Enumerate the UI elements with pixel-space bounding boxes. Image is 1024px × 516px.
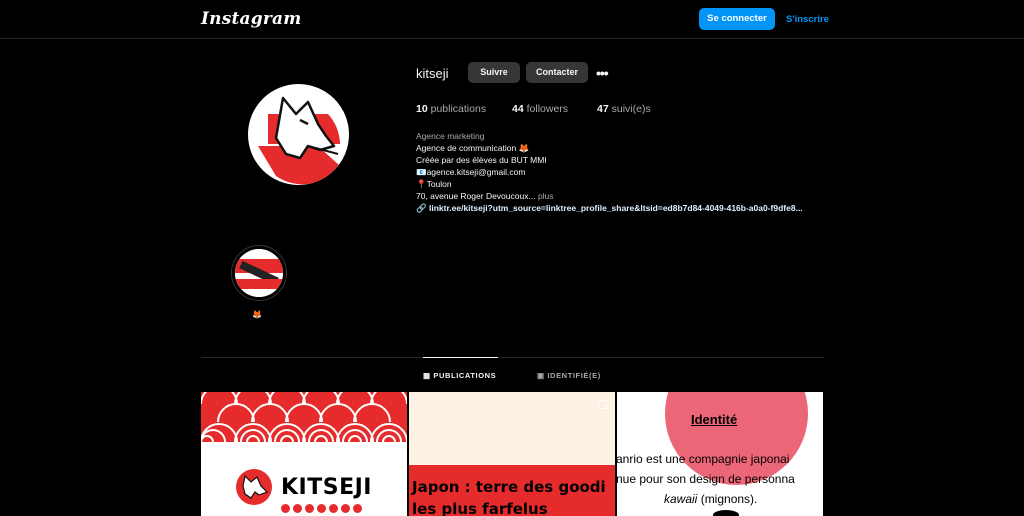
post-fox-logo (235, 468, 273, 506)
followers-label: followers (526, 103, 569, 115)
bio-line: Agence de communication 🦊 (416, 143, 530, 153)
publications-number: 10 (416, 103, 428, 115)
tab-publications-label: PUBLICATIONS (433, 371, 497, 380)
bio-address: 70, avenue Roger Devoucoux... plus (416, 190, 803, 202)
post-thumbnail[interactable]: Japon : terre des goodi les plus farfelu… (409, 392, 615, 516)
profile-username: kitseji (416, 66, 449, 81)
profile-avatar[interactable] (248, 84, 349, 185)
followers-number: 44 (512, 103, 524, 115)
grid-icon: ▦ (423, 371, 431, 380)
post-caption: Japon : terre des goodi les plus farfelu… (412, 476, 606, 516)
tab-tagged[interactable]: ▣ IDENTIFIÉ(E) (537, 371, 601, 380)
following-label: suivi(e)s (611, 103, 651, 115)
post-thumbnail[interactable]: KITSEJI (201, 392, 407, 516)
carousel-icon (598, 400, 607, 409)
story-highlight[interactable] (231, 245, 287, 301)
bio-link-row[interactable]: 🔗 linktr.ee/kitseji?utm_source=linktree_… (416, 202, 803, 214)
contact-button[interactable]: Contacter (526, 62, 588, 83)
link-icon: 🔗 (416, 203, 427, 213)
more-options-icon[interactable]: ••• (596, 65, 609, 81)
wave-pattern-icon (201, 392, 407, 442)
fox-logo-icon (251, 87, 346, 185)
followers-count[interactable]: 44 followers (512, 103, 568, 115)
following-count[interactable]: 47 suivi(e)s (597, 103, 651, 115)
post-body-line: anrio est une compagnie japonai (617, 452, 790, 466)
bio-external-link[interactable]: linktr.ee/kitseji?utm_source=linktree_pr… (429, 203, 803, 213)
post-body-italic: kawaii (664, 492, 698, 506)
tab-tagged-label: IDENTIFIÉ(E) (547, 371, 601, 380)
post-thumbnail[interactable]: Identité anrio est une compagnie japonai… (617, 392, 823, 516)
profile-bio: Agence marketing Agence de communication… (416, 130, 803, 214)
bio-location: 📍Toulon (416, 179, 452, 189)
signup-link[interactable]: S'inscrire (786, 14, 829, 25)
post-caption-line: Japon : terre des goodi (412, 478, 606, 496)
tab-publications[interactable]: ▦ PUBLICATIONS (423, 371, 496, 380)
following-number: 47 (597, 103, 609, 115)
highlight-label: 🦊 (252, 310, 262, 319)
bio-email: 📧agence.kitseji@gmail.com (416, 167, 526, 177)
tabs-divider (201, 357, 824, 358)
bio-category: Agence marketing (416, 131, 485, 141)
post-title: Identité (691, 412, 738, 427)
post-brand-name: KITSEJI (281, 475, 372, 500)
login-button[interactable]: Se connecter (699, 8, 775, 30)
fox-logo-icon (236, 469, 272, 505)
highlight-thumbnail (235, 249, 283, 297)
top-navigation-bar: Instagram Se connecter S'inscrire (0, 0, 1024, 39)
post-body: anrio est une compagnie japonai nue pour… (617, 449, 795, 509)
active-tab-indicator (423, 357, 498, 358)
instagram-logo[interactable]: Instagram (201, 9, 301, 29)
follow-button[interactable]: Suivre (468, 62, 520, 83)
post-body-rest: (mignons). (697, 492, 758, 506)
post-decoration (713, 510, 739, 516)
post-caption-line: les plus farfelus (412, 500, 548, 516)
bio-more-link[interactable]: plus (538, 191, 554, 201)
bio-address-text: 70, avenue Roger Devoucoux... (416, 191, 536, 201)
publications-label: publications (430, 103, 487, 115)
highlight-image-icon (235, 249, 283, 297)
tagged-icon: ▣ (537, 371, 545, 380)
post-dots (281, 500, 365, 516)
post-body-line: nue pour son design de personna (617, 472, 795, 486)
bio-line: Créée par des élèves du BUT MMI (416, 155, 547, 165)
post-body-line: kawaii (mignons). (617, 489, 795, 509)
publications-count: 10 publications (416, 103, 486, 115)
